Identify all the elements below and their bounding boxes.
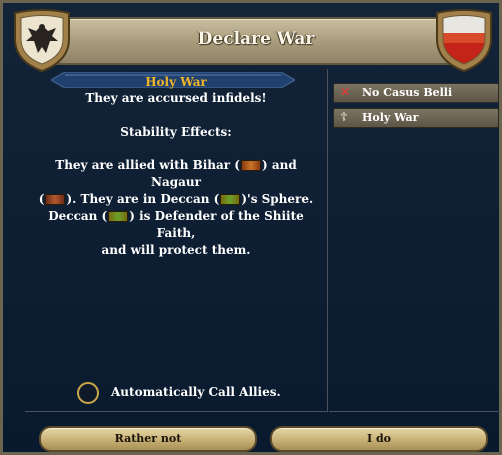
holy-cross-icon: ☦: [340, 110, 348, 124]
auto-call-allies-radio[interactable]: [77, 382, 99, 404]
selected-casus-belli-title: Holy War: [145, 75, 207, 89]
stability-effects-text: They are allied with Bihar () and Nagaur…: [31, 157, 321, 259]
effects-text-7: ) is Defender of the Shiite Faith,: [129, 209, 304, 240]
effects-text-6: Deccan (: [48, 209, 108, 223]
nagaur-flag-icon: [45, 194, 66, 205]
casus-belli-list-panel: ✕ No Casus Belli ☦ Holy War: [329, 69, 501, 412]
stability-effects-label: Stability Effects:: [120, 125, 232, 139]
effects-text-4: ). They are in Deccan (: [66, 192, 220, 206]
casus-belli-description: They are accursed infidels!: [85, 91, 267, 105]
rather-not-button[interactable]: Rather not: [39, 426, 257, 452]
deccan-flag-icon: [220, 194, 241, 205]
deccan-flag-icon: [108, 211, 129, 222]
auto-call-allies-label: Automatically Call Allies.: [111, 385, 281, 399]
window-title: Declare War: [197, 29, 315, 49]
effects-text-5: )'s Sphere.: [241, 192, 314, 206]
title-bar: Declare War: [43, 17, 469, 65]
casus-belli-details-panel: Holy War They are accursed infidels! Sta…: [25, 69, 328, 412]
effects-text-3: (: [38, 192, 45, 206]
effects-text-8: and will protect them.: [101, 243, 251, 257]
bihar-flag-icon: [240, 160, 261, 171]
casus-belli-option-label: No Casus Belli: [362, 86, 453, 99]
flag-shield-icon: [436, 9, 492, 73]
casus-belli-option-holy-war[interactable]: ☦ Holy War: [333, 108, 499, 128]
eagle-shield-icon: [14, 9, 70, 73]
casus-belli-option-label: Holy War: [362, 111, 419, 124]
casus-belli-option-no-cb[interactable]: ✕ No Casus Belli: [333, 83, 499, 103]
declare-war-window: Declare War Holy War They are accursed i…: [0, 0, 502, 455]
cross-icon: ✕: [340, 85, 351, 99]
i-do-button[interactable]: I do: [270, 426, 488, 452]
effects-text-1: They are allied with Bihar (: [55, 158, 240, 172]
